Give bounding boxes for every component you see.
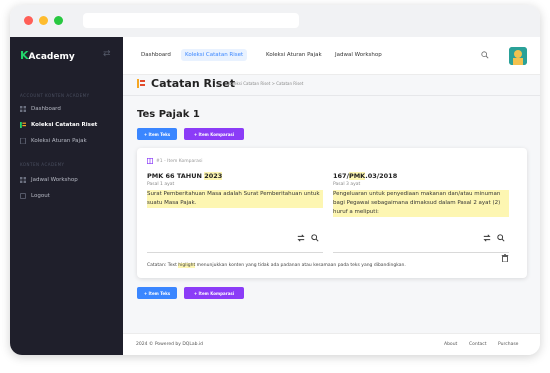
search-icon[interactable] <box>481 51 489 59</box>
left-divider <box>147 252 323 253</box>
comparison-left-column: PMK 66 TAHUN 2023 Pasal 1 ayat Surat Pem… <box>147 172 323 253</box>
left-regulation-title: PMK 66 TAHUN 2023 <box>147 172 323 180</box>
right-actions <box>483 234 505 242</box>
left-content-text: Surat Pemberitahuan Masa adalah Surat Pe… <box>147 190 323 208</box>
dashboard-icon <box>20 106 26 112</box>
comparison-card: #1 - Item Komparasi PMK 66 TAHUN 2023 Pa… <box>137 148 527 278</box>
footer: 2024 © Powered by DQLab.id About Contact… <box>123 333 540 355</box>
card-header-text: #1 - Item Komparasi <box>156 158 203 164</box>
sidebar-item-label: Koleksi Catatan Riset <box>31 122 98 128</box>
page-title: Catatan Riset <box>137 77 235 90</box>
address-bar[interactable] <box>83 13 299 28</box>
sidebar-item-jadwal-workshop[interactable]: Jadwal Workshop <box>20 174 120 186</box>
trash-icon[interactable] <box>501 254 509 262</box>
sidebar: KAcademy ⇄ ACCOUNT KONTEN ACADEMY Dashbo… <box>10 37 123 355</box>
sidebar-section-account: ACCOUNT KONTEN ACADEMY <box>20 93 90 98</box>
close-window-button[interactable] <box>24 16 33 25</box>
footer-link-about[interactable]: About <box>444 342 457 347</box>
main-content: Catatan Riset Koleksi Catatan Riset > Ca… <box>123 75 540 355</box>
page-title-text: Catatan Riset <box>151 77 236 90</box>
logout-icon <box>20 193 26 199</box>
sidebar-section-konten: KONTEN ACADEMY <box>20 162 65 167</box>
card-header: #1 - Item Komparasi <box>147 158 202 164</box>
sidebar-item-label: Logout <box>31 193 50 199</box>
user-avatar[interactable] <box>509 47 527 65</box>
add-comparison-item-button[interactable]: + Item Komparasi <box>184 128 244 140</box>
search-icon[interactable] <box>311 234 319 242</box>
sidebar-item-logout[interactable]: Logout <box>20 190 120 202</box>
footer-link-contact[interactable]: Contact <box>469 342 487 347</box>
brand-k-icon: K <box>20 49 29 62</box>
brand-logo[interactable]: KAcademy <box>20 49 75 62</box>
right-divider <box>333 252 509 253</box>
nav-link-koleksi-catatan-riset[interactable]: Koleksi Catatan Riset <box>181 49 248 61</box>
compare-icon <box>147 158 153 164</box>
sidebar-item-label: Koleksi Aturan Pajak <box>31 138 87 144</box>
browser-titlebar <box>10 5 540 37</box>
nav-link-dashboard[interactable]: Dashboard <box>141 52 171 58</box>
title-highlight: PMK <box>348 172 366 180</box>
right-delete <box>501 254 509 262</box>
note-text: menunjukkan konten yang tidak ada padana… <box>195 263 406 268</box>
add-comparison-item-button[interactable]: + Item Komparasi <box>184 287 244 299</box>
left-actions <box>297 234 319 242</box>
title-text: PMK 66 TAHUN <box>147 172 205 180</box>
swap-icon[interactable] <box>483 234 491 242</box>
document-title: Tes Pajak 1 <box>137 109 200 120</box>
document-icon <box>20 138 26 144</box>
left-article: Pasal 1 ayat <box>147 182 175 187</box>
sidebar-item-koleksi-catatan-riset[interactable]: Koleksi Catatan Riset <box>20 119 120 131</box>
right-content-text: Pengeluaran untuk penyediaan makanan dan… <box>333 190 509 217</box>
title-text: .03/2018 <box>365 172 398 180</box>
add-text-item-button[interactable]: + Item Teks <box>137 287 177 299</box>
maximize-window-button[interactable] <box>54 16 63 25</box>
notes-icon <box>137 79 145 88</box>
right-regulation-title: 167/PMK.03/2018 <box>333 172 509 180</box>
swap-icon[interactable] <box>297 234 305 242</box>
divider <box>123 95 540 96</box>
footer-copyright: 2024 © Powered by DQLab.id <box>136 342 203 347</box>
card-note: Catatan: Text higlight menunjukkan konte… <box>147 263 406 268</box>
brand-name: Academy <box>28 52 75 62</box>
search-icon[interactable] <box>497 234 505 242</box>
sidebar-item-label: Jadwal Workshop <box>31 177 78 183</box>
sidebar-item-label: Dashboard <box>31 106 61 112</box>
collapse-sidebar-icon[interactable]: ⇄ <box>103 49 111 59</box>
note-highlight: higlight <box>178 263 196 268</box>
nav-link-jadwal-workshop[interactable]: Jadwal Workshop <box>335 52 382 58</box>
sidebar-item-koleksi-aturan-pajak[interactable]: Koleksi Aturan Pajak <box>20 135 120 147</box>
nav-link-koleksi-aturan-pajak[interactable]: Koleksi Aturan Pajak <box>266 52 322 58</box>
notes-icon <box>20 122 26 128</box>
avatar-image-icon <box>509 47 527 65</box>
title-highlight: 2023 <box>204 172 223 180</box>
right-article: Pasal 3 ayat <box>333 182 361 187</box>
add-text-item-button[interactable]: + Item Teks <box>137 128 177 140</box>
note-text: Catatan: Text <box>147 263 179 268</box>
sidebar-item-dashboard[interactable]: Dashboard <box>20 103 120 115</box>
minimize-window-button[interactable] <box>39 16 48 25</box>
browser-window: KAcademy ⇄ ACCOUNT KONTEN ACADEMY Dashbo… <box>10 5 540 355</box>
title-text: 167/ <box>333 172 349 180</box>
grid-icon <box>20 177 26 183</box>
top-navigation: Dashboard Koleksi Catatan Riset Koleksi … <box>123 37 540 75</box>
comparison-right-column: 167/PMK.03/2018 Pasal 3 ayat Pengeluaran… <box>333 172 509 262</box>
footer-link-purchase[interactable]: Purchase <box>498 342 518 347</box>
breadcrumb: Koleksi Catatan Riset > Catatan Riset <box>228 81 304 86</box>
